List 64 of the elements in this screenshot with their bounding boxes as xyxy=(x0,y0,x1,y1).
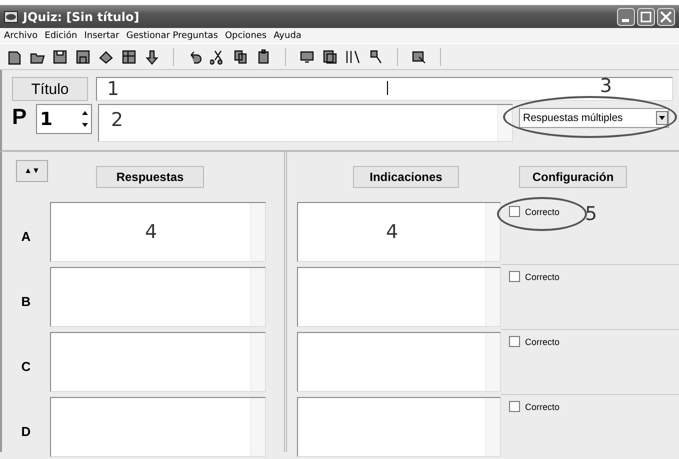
documents-icon[interactable] xyxy=(322,48,338,64)
save-as-icon[interactable] xyxy=(75,48,91,64)
menu-item[interactable]: Archivo xyxy=(4,30,38,40)
scrollbar[interactable] xyxy=(250,398,265,456)
title-field[interactable]: 1 3 xyxy=(96,77,673,101)
save-icon[interactable] xyxy=(52,48,68,64)
title-button[interactable]: Título xyxy=(12,77,88,101)
menu-item[interactable]: Insertar xyxy=(84,30,120,40)
down-arrow-icon[interactable] xyxy=(144,48,160,64)
annotation-number: 3 xyxy=(600,77,612,96)
close-button[interactable] xyxy=(657,8,675,26)
answer-letter: A xyxy=(20,229,32,244)
checkbox[interactable] xyxy=(509,271,520,282)
checkbox-label: Correcto xyxy=(525,336,560,346)
window-title: JQuiz: [Sin título] xyxy=(23,10,140,24)
answer-letter: B xyxy=(20,294,32,309)
scrollbar[interactable] xyxy=(485,268,500,326)
hint-field[interactable] xyxy=(297,332,501,392)
app-icon xyxy=(4,10,18,22)
checkbox[interactable] xyxy=(509,206,520,217)
grid-icon[interactable] xyxy=(121,48,137,64)
answer-field[interactable] xyxy=(50,332,266,392)
hint-field[interactable] xyxy=(297,267,501,327)
checkbox[interactable] xyxy=(509,401,520,412)
scrollbar[interactable] xyxy=(485,333,500,391)
maximize-button[interactable] xyxy=(637,8,655,26)
question-field[interactable]: 2 xyxy=(98,104,513,142)
scrollbar[interactable] xyxy=(485,398,500,456)
hint-field[interactable]: 4 xyxy=(297,202,501,262)
monitor-icon[interactable] xyxy=(299,48,315,64)
checkbox-label: Correcto xyxy=(525,402,560,412)
annotation-number: 1 xyxy=(107,80,120,98)
annotation-number: 2 xyxy=(111,109,124,131)
hint-field[interactable] xyxy=(297,397,501,457)
menu-item[interactable]: Opciones xyxy=(224,30,267,40)
checkbox-label: Correcto xyxy=(525,206,560,216)
answer-field[interactable] xyxy=(50,397,266,457)
scrollbar[interactable] xyxy=(250,268,265,326)
menu-item[interactable]: Gestionar Preguntas xyxy=(126,30,218,40)
new-file-icon[interactable] xyxy=(6,48,22,64)
annotation-number: 4 xyxy=(386,222,398,242)
answer-field[interactable] xyxy=(50,267,266,327)
menu-item[interactable]: Ayuda xyxy=(274,30,302,40)
scrollbar[interactable] xyxy=(250,203,265,261)
checkbox[interactable] xyxy=(509,336,520,347)
question-type-dropdown[interactable]: Respuestas múltiples xyxy=(519,108,669,128)
copy-icon[interactable] xyxy=(233,48,249,64)
scrollbar[interactable] xyxy=(497,105,512,141)
scrollbar[interactable] xyxy=(485,203,500,261)
question-label: P xyxy=(12,104,28,131)
answer-letter: C xyxy=(20,359,32,374)
answer-field[interactable]: 4 xyxy=(50,202,266,262)
menu-item[interactable]: Edición xyxy=(44,30,78,40)
settings-header-button[interactable]: Configuración xyxy=(519,166,627,188)
annotation-number: 4 xyxy=(144,222,158,242)
sort-button[interactable]: ▲▼ xyxy=(16,160,48,182)
scrollbar[interactable] xyxy=(250,333,265,391)
checkbox-label: Correcto xyxy=(525,272,560,282)
minimize-button[interactable] xyxy=(617,8,635,26)
hints-header-button[interactable]: Indicaciones xyxy=(353,166,459,188)
answers-header-button[interactable]: Respuestas xyxy=(96,166,204,188)
answer-letter: D xyxy=(20,424,32,439)
question-number-spinner[interactable]: 1 xyxy=(36,104,92,134)
annotation-number: 5 xyxy=(585,205,598,224)
